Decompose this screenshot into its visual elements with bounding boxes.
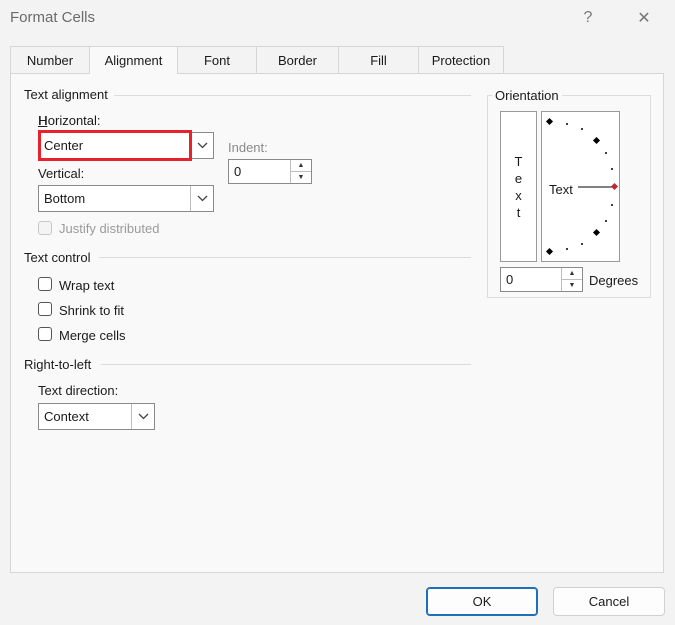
dial-text: Text xyxy=(549,182,573,197)
spin-up-icon[interactable]: ▲ xyxy=(562,268,582,280)
degrees-stepper[interactable]: 0 ▲ ▼ xyxy=(500,267,583,292)
orientation-group-label: Orientation xyxy=(492,88,562,103)
chevron-down-icon xyxy=(131,404,154,429)
shrink-to-fit-checkbox[interactable] xyxy=(38,302,52,316)
rtl-divider xyxy=(101,364,471,365)
indent-label: Indent: xyxy=(228,140,268,155)
wrap-text-checkbox[interactable] xyxy=(38,277,52,291)
degrees-label: Degrees xyxy=(589,273,639,288)
indent-value: 0 xyxy=(234,164,242,179)
justify-distributed-label: Justify distributed xyxy=(59,221,160,236)
text-alignment-divider xyxy=(114,95,471,96)
text-alignment-group-label: Text alignment xyxy=(24,87,108,102)
text-control-divider xyxy=(99,257,471,258)
tab-bar: Number Alignment Font Border Fill Protec… xyxy=(10,46,664,74)
horizontal-label: HHorizontal: xyxy=(38,113,101,128)
wrap-text-label: Wrap text xyxy=(59,278,115,293)
text-control-group-label: Text control xyxy=(24,250,91,265)
tab-font[interactable]: Font xyxy=(177,46,257,73)
justify-distributed-checkbox[interactable] xyxy=(38,221,52,235)
tab-fill[interactable]: Fill xyxy=(338,46,419,73)
vertical-text-letter: e xyxy=(514,170,523,186)
vertical-select-value: Bottom xyxy=(44,191,86,206)
text-direction-value: Context xyxy=(44,409,89,424)
spin-down-icon[interactable]: ▼ xyxy=(291,172,311,183)
ok-button[interactable]: OK xyxy=(426,587,538,616)
vertical-text-button[interactable]: T e x t xyxy=(500,111,537,262)
degrees-value: 0 xyxy=(506,272,514,287)
tab-alignment[interactable]: Alignment xyxy=(89,46,178,74)
rtl-group-label: Right-to-left xyxy=(24,357,92,372)
window-title: Format Cells xyxy=(10,9,96,26)
merge-cells-checkbox[interactable] xyxy=(38,327,52,341)
close-button[interactable]: ✕ xyxy=(624,4,664,32)
tab-number[interactable]: Number xyxy=(10,46,90,73)
spin-up-icon[interactable]: ▲ xyxy=(291,160,311,172)
text-direction-select[interactable]: Context xyxy=(38,403,155,430)
indent-stepper[interactable]: 0 ▲ ▼ xyxy=(228,159,312,184)
shrink-to-fit-label: Shrink to fit xyxy=(59,303,125,318)
help-button[interactable]: ? xyxy=(568,4,608,32)
spin-down-icon[interactable]: ▼ xyxy=(562,280,582,291)
tab-protection[interactable]: Protection xyxy=(418,46,504,73)
horizontal-highlight-box xyxy=(38,130,192,161)
vertical-text-letter: T xyxy=(514,153,523,169)
vertical-label: Vertical: xyxy=(38,166,85,181)
horizontal-label-text: Horizontal: xyxy=(38,113,101,128)
text-direction-label: Text direction: xyxy=(38,383,119,398)
vertical-text-letter: x xyxy=(515,187,522,203)
tab-border[interactable]: Border xyxy=(256,46,339,73)
chevron-down-icon xyxy=(190,133,213,158)
vertical-text-letter: t xyxy=(516,204,521,220)
orientation-dial[interactable]: Text xyxy=(541,111,620,262)
merge-cells-label: Merge cells xyxy=(59,328,126,343)
chevron-down-icon xyxy=(190,186,213,211)
cancel-button[interactable]: Cancel xyxy=(553,587,665,616)
vertical-select[interactable]: Bottom xyxy=(38,185,214,212)
